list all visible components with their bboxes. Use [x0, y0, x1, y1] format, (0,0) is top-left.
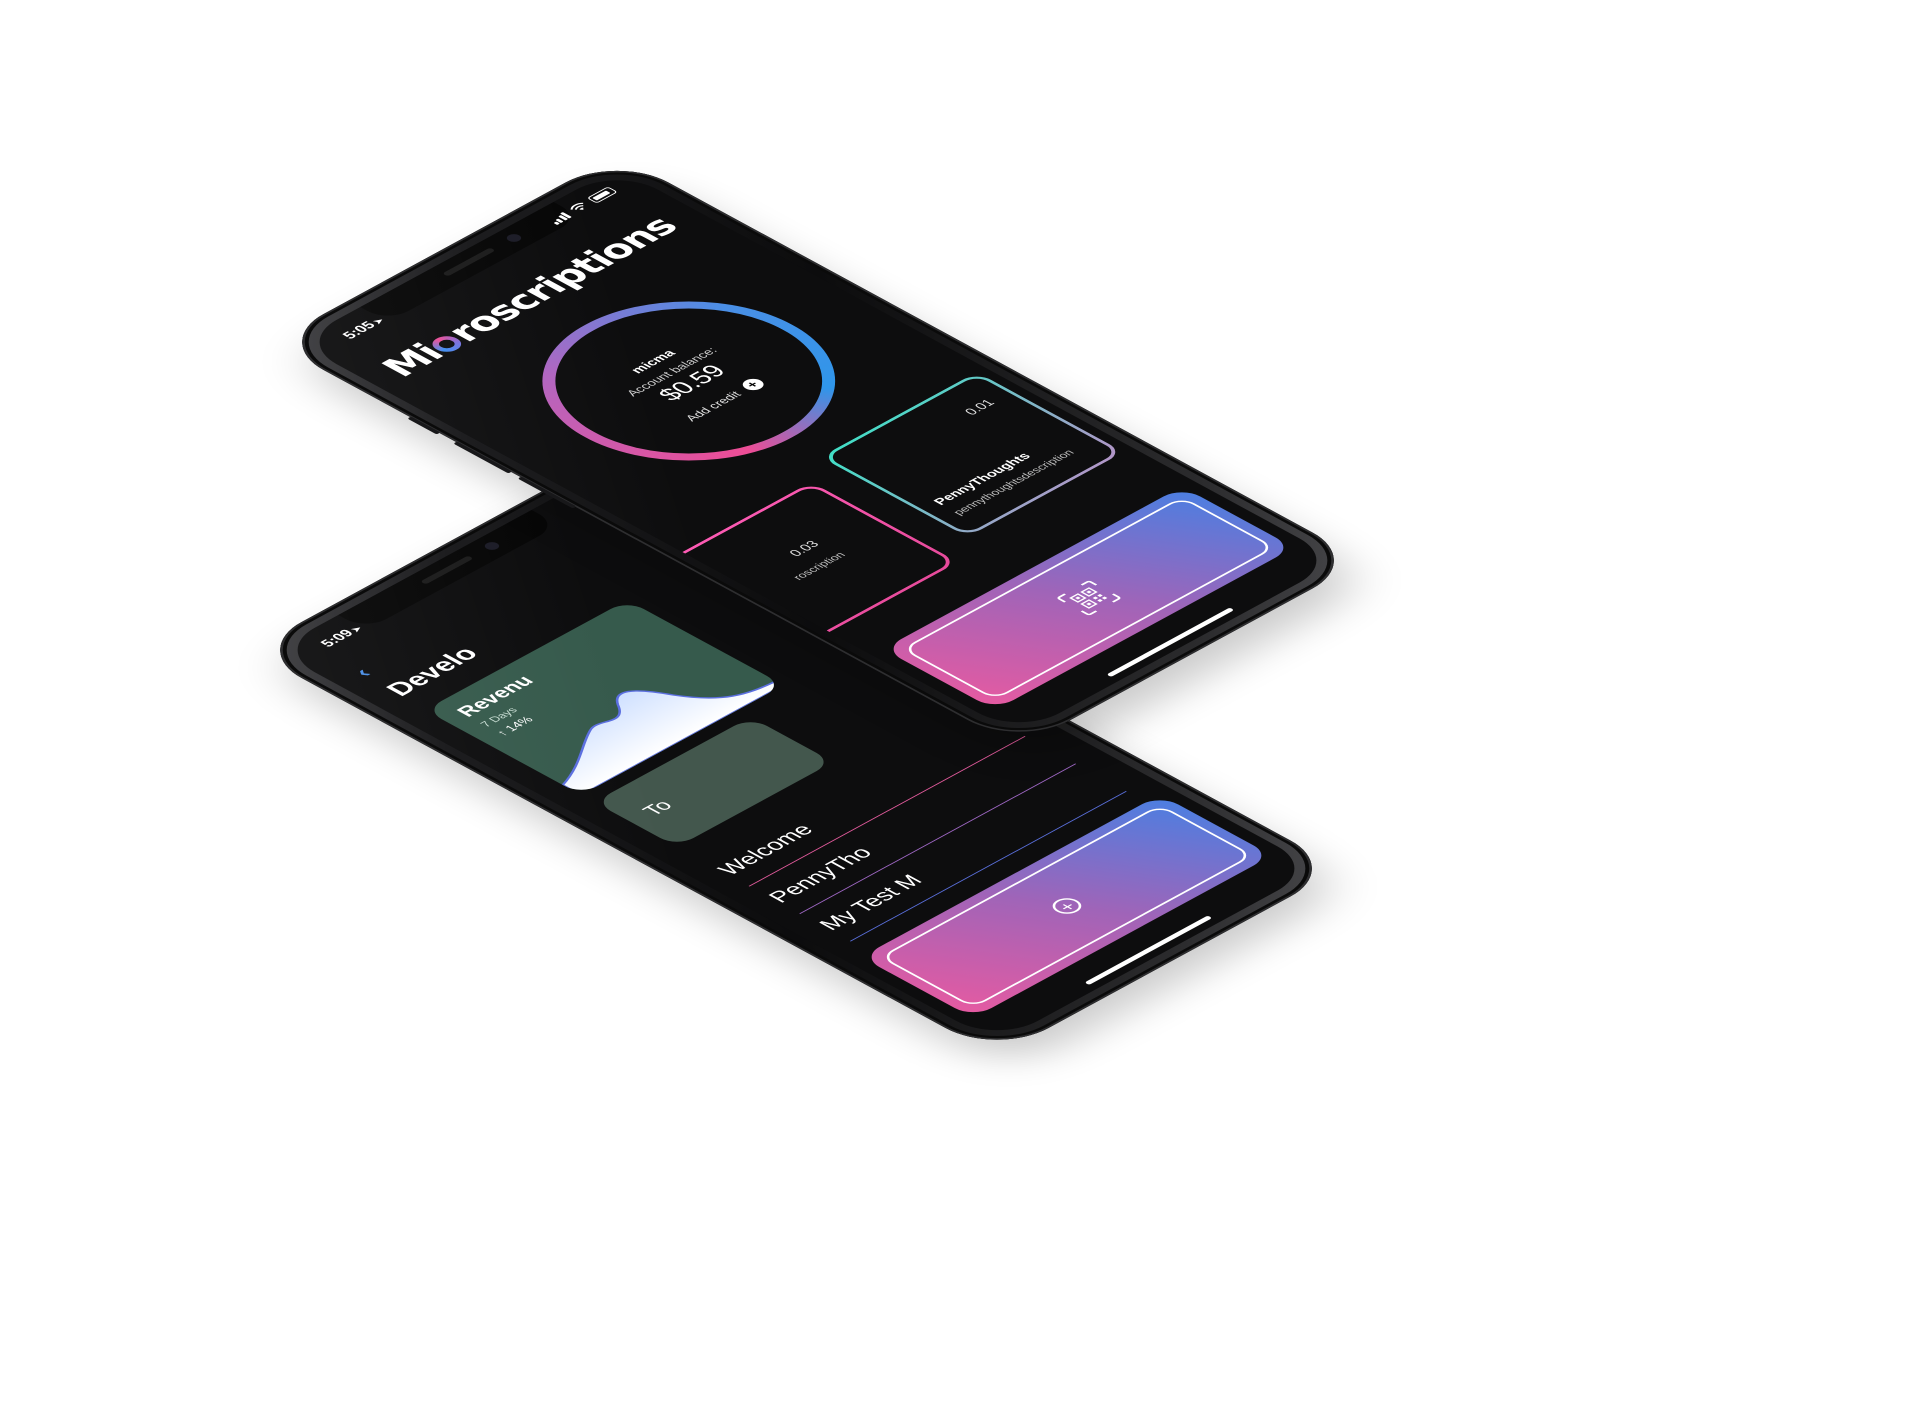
wifi-icon [570, 202, 584, 210]
total-label: To [638, 797, 678, 819]
subscription-price: 0.01 [960, 397, 998, 418]
back-chevron-icon[interactable]: ‹ [348, 664, 379, 681]
subscription-price: 0.03 [785, 538, 823, 559]
battery-icon [586, 186, 618, 204]
plus-circle-icon: + [737, 376, 768, 393]
notch [337, 510, 559, 631]
status-time: 5:05➤ [338, 316, 387, 341]
status-time: 5:09➤ [316, 624, 365, 649]
